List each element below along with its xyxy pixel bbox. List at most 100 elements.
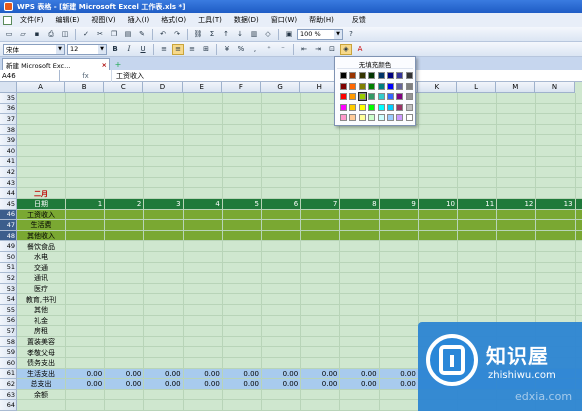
- zoom-select[interactable]: 100 % ▼: [297, 28, 343, 40]
- day-number-cell[interactable]: 1: [67, 199, 102, 210]
- expense-label-cell[interactable]: 置装美容: [19, 337, 63, 348]
- row-header-45[interactable]: 45: [0, 199, 17, 210]
- row-header-44[interactable]: 44: [0, 188, 17, 199]
- color-swatch[interactable]: [349, 93, 357, 101]
- sort-descending-icon[interactable]: ↓: [234, 29, 246, 40]
- color-swatch[interactable]: [377, 114, 385, 122]
- menu-view[interactable]: 视图(V): [85, 15, 121, 25]
- row-header-59[interactable]: 59: [0, 347, 17, 358]
- row-header-36[interactable]: 36: [0, 103, 17, 115]
- summary-value-cell[interactable]: 0.00: [67, 369, 103, 380]
- expense-label-cell[interactable]: 孝敬父母: [19, 347, 63, 358]
- row-header-49[interactable]: 49: [0, 241, 17, 252]
- summary-value-cell[interactable]: 0.00: [67, 379, 103, 390]
- align-left-icon[interactable]: ≡: [158, 44, 170, 55]
- color-swatch[interactable]: [358, 114, 366, 122]
- summary-value-cell[interactable]: 0.00: [381, 379, 416, 390]
- summary-value-cell[interactable]: 0.00: [106, 369, 142, 380]
- row-header-40[interactable]: 40: [0, 146, 17, 157]
- day-number-cell[interactable]: 11: [459, 199, 494, 210]
- color-swatch[interactable]: [377, 82, 385, 90]
- day-number-cell[interactable]: 7: [302, 199, 337, 210]
- bold-button[interactable]: B: [109, 44, 121, 55]
- color-swatch[interactable]: [387, 82, 394, 90]
- day-number-cell[interactable]: 2: [106, 199, 141, 210]
- income-label-cell[interactable]: 其他收入: [19, 231, 63, 242]
- color-swatch[interactable]: [358, 103, 366, 111]
- menu-data[interactable]: 数据(D): [228, 15, 265, 25]
- spell-check-icon[interactable]: ✓: [80, 29, 92, 40]
- day-number-cell[interactable]: 3: [145, 199, 180, 210]
- menu-insert[interactable]: 插入(I): [122, 15, 156, 25]
- day-number-cell[interactable]: 6: [263, 199, 298, 210]
- currency-icon[interactable]: ¥: [221, 44, 233, 55]
- day-number-cell[interactable]: 12: [498, 199, 533, 210]
- row-header-55[interactable]: 55: [0, 305, 17, 316]
- font-name-select[interactable]: 宋体 ▼: [3, 43, 65, 55]
- row-header-54[interactable]: 54: [0, 294, 17, 305]
- copy-icon[interactable]: ❐: [108, 29, 120, 40]
- color-swatch[interactable]: [387, 93, 394, 101]
- row-header-39[interactable]: 39: [0, 135, 17, 146]
- column-header-c[interactable]: C: [104, 82, 144, 93]
- thousands-icon[interactable]: ,: [249, 44, 261, 55]
- drawing-icon[interactable]: ◇: [262, 29, 274, 40]
- color-swatch[interactable]: [377, 93, 385, 101]
- summary-value-cell[interactable]: 0.00: [302, 379, 338, 390]
- color-swatch[interactable]: [358, 72, 366, 79]
- color-swatch[interactable]: [396, 103, 404, 111]
- italic-button[interactable]: I: [123, 44, 135, 55]
- color-swatch[interactable]: [368, 93, 376, 101]
- column-header-e[interactable]: E: [182, 82, 222, 93]
- color-swatch[interactable]: [349, 103, 357, 111]
- row-header-38[interactable]: 38: [0, 124, 17, 136]
- color-swatch[interactable]: [340, 72, 347, 79]
- row-header-46[interactable]: 46: [0, 209, 17, 221]
- new-tab-icon[interactable]: +: [113, 59, 123, 69]
- color-swatch[interactable]: [405, 82, 413, 90]
- decrease-indent-icon[interactable]: ⇤: [298, 44, 310, 55]
- day-number-cell[interactable]: 8: [341, 199, 376, 210]
- column-header-a[interactable]: A: [17, 82, 65, 93]
- insert-picture-icon[interactable]: ▣: [283, 29, 295, 40]
- color-swatch[interactable]: [396, 82, 404, 90]
- merge-center-icon[interactable]: ⊞: [200, 44, 212, 55]
- font-color-icon[interactable]: A: [354, 44, 366, 55]
- date-label-cell[interactable]: 日期: [19, 199, 63, 210]
- save-icon[interactable]: ▪: [31, 29, 43, 40]
- fill-color-icon[interactable]: ◈: [340, 43, 352, 55]
- row-header-64[interactable]: 64: [0, 400, 17, 411]
- chart-icon[interactable]: ▥: [248, 29, 260, 40]
- formula-input[interactable]: 工资收入: [112, 71, 144, 81]
- expense-label-cell[interactable]: 医疗: [19, 284, 63, 295]
- summary-value-cell[interactable]: 0.00: [224, 379, 259, 390]
- expense-label-cell[interactable]: 房租: [19, 326, 63, 337]
- day-number-cell[interactable]: 10: [420, 199, 455, 210]
- undo-icon[interactable]: ↶: [157, 29, 169, 40]
- row-header-58[interactable]: 58: [0, 336, 17, 348]
- summary-value-cell[interactable]: 0.00: [106, 379, 142, 390]
- column-header-m[interactable]: M: [496, 82, 536, 93]
- row-header-63[interactable]: 63: [0, 389, 17, 401]
- close-tab-icon[interactable]: ×: [102, 61, 107, 69]
- row-header-41[interactable]: 41: [0, 156, 17, 168]
- row-header-56[interactable]: 56: [0, 315, 17, 327]
- day-number-cell[interactable]: 9: [381, 199, 415, 210]
- summary-value-cell[interactable]: 0.00: [302, 369, 338, 380]
- summary-value-cell[interactable]: 0.00: [185, 369, 220, 380]
- day-number-cell[interactable]: 13: [537, 199, 573, 210]
- align-right-icon[interactable]: ≡: [186, 44, 198, 55]
- color-swatch[interactable]: [387, 103, 394, 111]
- summary-value-cell[interactable]: 0.00: [145, 379, 181, 390]
- color-swatch[interactable]: [340, 93, 347, 101]
- row-header-50[interactable]: 50: [0, 252, 17, 263]
- color-swatch[interactable]: [340, 82, 347, 90]
- month-label-cell[interactable]: 二月: [19, 188, 63, 199]
- decrease-decimal-icon[interactable]: ⁻: [277, 44, 289, 55]
- summary-value-cell[interactable]: 0.00: [381, 369, 416, 380]
- document-tab[interactable]: 新建 Microsoft Exc... ×: [2, 58, 110, 70]
- percent-icon[interactable]: %: [235, 44, 247, 55]
- color-swatch[interactable]: [349, 114, 357, 122]
- expense-label-cell[interactable]: 餐饮食品: [19, 241, 63, 252]
- color-swatch[interactable]: [368, 72, 376, 79]
